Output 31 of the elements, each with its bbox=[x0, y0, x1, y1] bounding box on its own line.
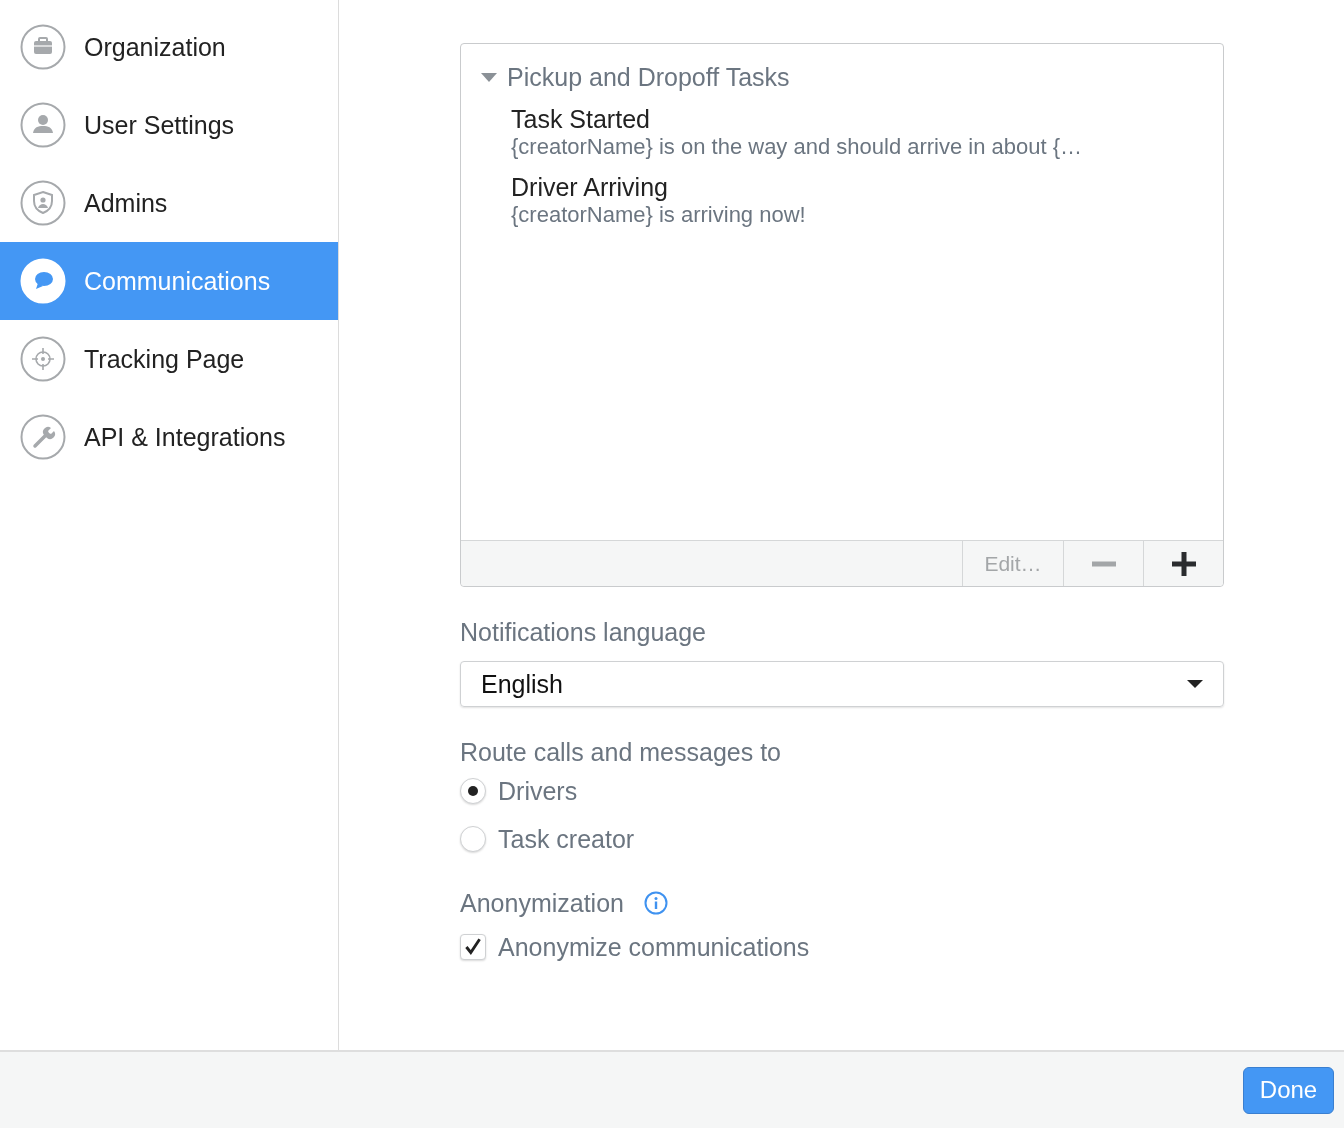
target-icon bbox=[20, 336, 66, 382]
template-text: {creatorName} is arriving now! bbox=[511, 202, 807, 228]
radio-button[interactable] bbox=[460, 778, 486, 804]
briefcase-icon bbox=[20, 24, 66, 70]
info-icon[interactable] bbox=[644, 891, 668, 915]
template-title[interactable]: Driver Arriving bbox=[511, 172, 1223, 202]
radio-label: Task creator bbox=[498, 824, 635, 854]
field-label: Anonymization bbox=[460, 888, 624, 918]
field-label: Route calls and messages to bbox=[460, 737, 782, 767]
radio-button[interactable] bbox=[460, 826, 486, 852]
template-title[interactable]: Task Started bbox=[511, 104, 1223, 134]
chat-icon bbox=[20, 258, 66, 304]
shield-icon bbox=[20, 180, 66, 226]
minus-icon bbox=[1091, 560, 1116, 567]
checkbox[interactable] bbox=[460, 934, 486, 960]
user-icon bbox=[20, 102, 66, 148]
language-dropdown[interactable]: English bbox=[460, 661, 1224, 707]
radio-label: Drivers bbox=[498, 776, 578, 806]
wrench-icon bbox=[20, 414, 66, 460]
field-label: Notifications language bbox=[460, 617, 707, 647]
sidebar-item[interactable]: API & Integrations bbox=[0, 398, 338, 476]
sidebar-item[interactable]: Admins bbox=[0, 164, 338, 242]
caret-icon bbox=[1187, 680, 1203, 688]
template-text: {creatorName} is on the way and should arrive in about {… bbox=[511, 134, 1084, 160]
sidebar-item[interactable]: Tracking Page bbox=[0, 320, 338, 398]
sidebar-item[interactable]: Organization bbox=[0, 8, 338, 86]
disclosure-triangle-icon[interactable] bbox=[481, 72, 497, 82]
checkbox-label: Anonymize communications bbox=[498, 932, 810, 962]
group-title: Pickup and Dropoff Tasks bbox=[507, 62, 790, 92]
plus-icon bbox=[1171, 551, 1196, 576]
sidebar-item[interactable]: User Settings bbox=[0, 86, 338, 164]
